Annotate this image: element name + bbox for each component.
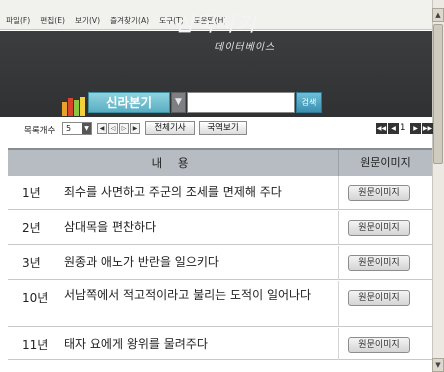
menu-favorites[interactable]: 즐겨찾기(A): [110, 15, 149, 26]
row-title-link[interactable]: 태자 요에게 왕위를 물려주다: [64, 334, 208, 354]
prev-page-small-icon[interactable]: ◁: [108, 123, 118, 134]
row-year: 10년: [22, 291, 49, 305]
scroll-down-icon[interactable]: ▼: [432, 358, 444, 372]
original-image-button[interactable]: 원문이미지: [348, 337, 410, 353]
count-select[interactable]: 5 ▼: [62, 122, 92, 135]
full-articles-button[interactable]: 전체기사: [145, 121, 195, 135]
original-image-button[interactable]: 원문이미지: [348, 185, 410, 201]
row-year: 2년: [22, 221, 41, 235]
count-chevron-icon[interactable]: ▼: [82, 123, 91, 134]
original-image-button[interactable]: 원문이미지: [348, 255, 410, 271]
translation-view-button[interactable]: 국역보기: [199, 121, 247, 135]
original-image-button[interactable]: 원문이미지: [348, 290, 410, 306]
row-year: 3년: [22, 256, 41, 270]
table-row: 2년 삼대목을 편찬하다 원문이미지: [8, 211, 432, 245]
row-title-link[interactable]: 원종과 애노가 반란을 일으키다: [64, 252, 219, 272]
last-page-small-icon[interactable]: ▶: [130, 123, 140, 134]
menu-edit[interactable]: 편집(E): [40, 15, 65, 26]
table-row: 3년 원종과 애노가 반란을 일으키다 원문이미지: [8, 246, 432, 280]
last-page-icon[interactable]: ▶▶: [422, 123, 433, 134]
count-label: 목록개수: [24, 126, 56, 136]
table-row: 11년 태자 요에게 왕위를 물려주다 원문이미지: [8, 328, 432, 360]
menu-view[interactable]: 보기(V): [75, 15, 100, 26]
menu-file[interactable]: 파일(F): [6, 15, 30, 26]
header-content: 내 용: [151, 156, 195, 170]
row-title-link[interactable]: 삼대목을 편찬하다: [64, 217, 156, 237]
scroll-thumb[interactable]: [433, 24, 443, 164]
prev-page-icon[interactable]: ◀: [388, 123, 399, 134]
next-page-small-icon[interactable]: ▷: [119, 123, 129, 134]
scroll-up-icon[interactable]: ▲: [432, 8, 444, 22]
row-year: 1년: [22, 186, 41, 200]
table-row: 1년 죄수를 사면하고 주군의 조세를 면제해 주다 원문이미지: [8, 176, 432, 210]
books-icon: [62, 96, 90, 116]
next-page-icon[interactable]: ▶: [410, 123, 421, 134]
category-select[interactable]: 신라본기: [88, 92, 170, 113]
table-row: 10년 서남쪽에서 적고적이라고 불리는 도적이 일어나다 원문이미지: [8, 281, 432, 327]
table-header: 내 용 원문이미지: [8, 148, 432, 176]
current-page[interactable]: 1: [400, 123, 405, 133]
first-page-small-icon[interactable]: ◀: [97, 123, 107, 134]
original-image-button[interactable]: 원문이미지: [348, 220, 410, 236]
first-page-icon[interactable]: ◀◀: [376, 123, 387, 134]
search-button[interactable]: 검색: [296, 92, 322, 113]
search-input[interactable]: [187, 92, 295, 113]
header-original-image: 원문이미지: [338, 150, 432, 176]
site-subtitle: 데이터베이스: [214, 42, 276, 53]
count-value: 5: [66, 124, 72, 133]
row-title-link[interactable]: 죄수를 사면하고 주군의 조세를 면제해 주다: [64, 182, 282, 202]
site-title: 삼국사기: [175, 12, 257, 36]
row-title-link[interactable]: 서남쪽에서 적고적이라고 불리는 도적이 일어나다: [64, 285, 332, 305]
row-year: 11년: [22, 338, 49, 352]
chevron-down-icon[interactable]: ▼: [171, 92, 186, 113]
